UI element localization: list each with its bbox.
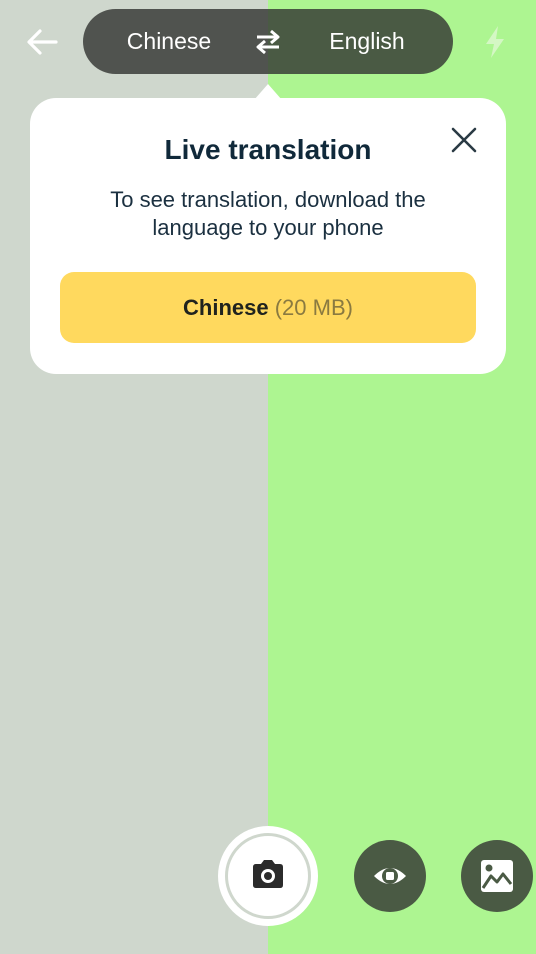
live-view-button[interactable] [354, 840, 426, 912]
swap-languages-button[interactable] [251, 27, 285, 57]
download-language-button[interactable]: Chinese (20 MB) [60, 272, 476, 343]
download-size: (20 MB) [274, 295, 353, 320]
source-language-button[interactable]: Chinese [109, 9, 229, 74]
camera-icon [253, 860, 283, 888]
image-icon [481, 860, 513, 892]
gallery-button[interactable] [461, 840, 533, 912]
close-icon [451, 127, 477, 153]
arrow-left-icon [27, 29, 58, 55]
swap-arrows-icon [256, 29, 280, 55]
back-button[interactable] [22, 26, 62, 58]
live-translation-popup: Live translation To see translation, dow… [30, 98, 506, 374]
popup-title: Live translation [164, 134, 372, 165]
close-button[interactable] [448, 124, 480, 156]
eye-icon [374, 868, 406, 884]
language-selector: Chinese English [83, 9, 453, 74]
target-language-button[interactable]: English [307, 9, 427, 74]
download-language-name: Chinese [183, 295, 269, 320]
shutter-button[interactable] [218, 826, 318, 926]
popup-description: To see translation, download the languag… [110, 187, 426, 240]
flash-icon [486, 26, 504, 58]
flash-button[interactable] [478, 24, 512, 60]
